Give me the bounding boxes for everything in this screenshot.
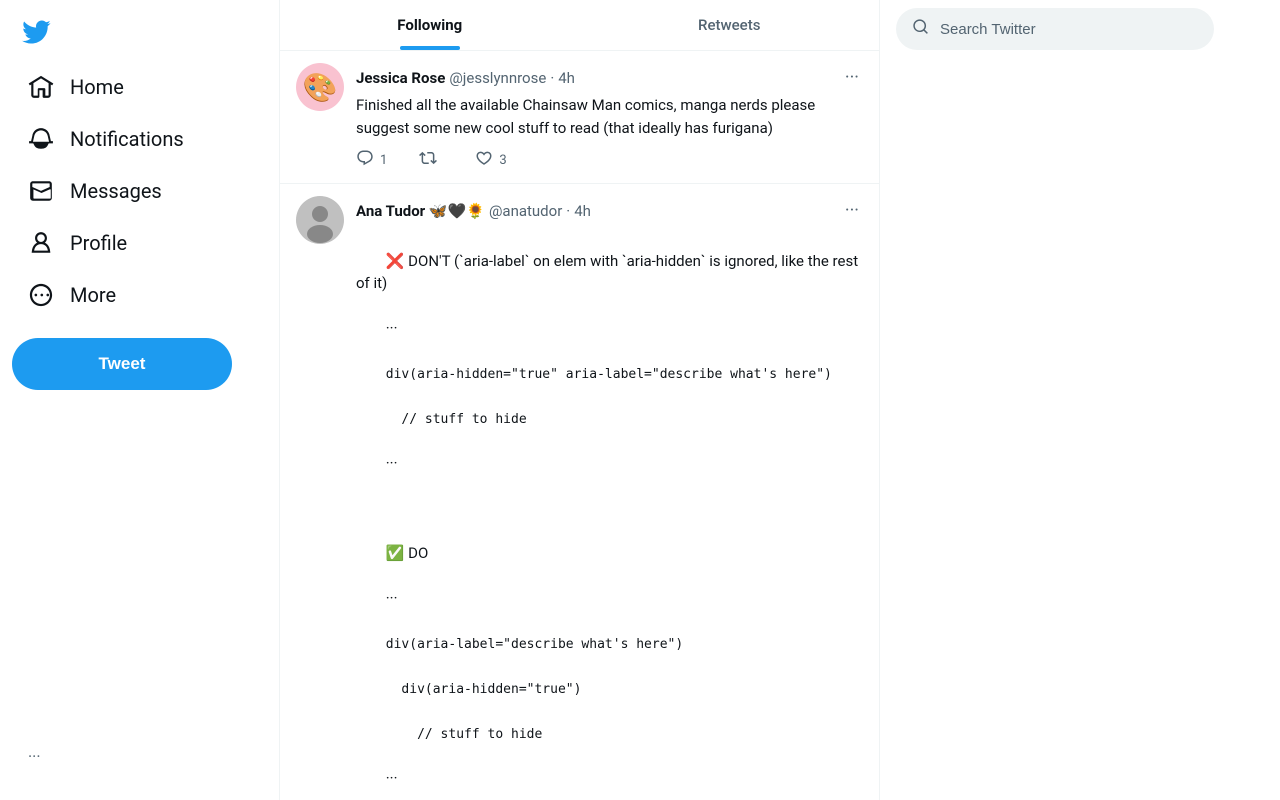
- feed-tabs: Following Retweets: [280, 0, 879, 51]
- retweet-icon: [419, 149, 437, 171]
- search-icon: [912, 18, 930, 40]
- reply-button[interactable]: 1: [356, 149, 387, 171]
- nav-profile-label: Profile: [70, 231, 127, 255]
- more-icon: [28, 282, 54, 308]
- nav-notifications-label: Notifications: [70, 127, 184, 151]
- avatar: [296, 196, 344, 244]
- nav-messages[interactable]: Messages: [12, 166, 267, 216]
- sidebar: Home Notifications Messages: [0, 0, 280, 800]
- tweet-header: Ana Tudor 🦋🖤🌻 @anatudor · 4h ···: [356, 196, 863, 225]
- nav-home-label: Home: [70, 75, 124, 99]
- reply-count: 1: [380, 153, 387, 168]
- search-bar: [896, 8, 1214, 50]
- tweet-timestamp: 4h: [574, 202, 591, 220]
- like-count: 3: [499, 153, 506, 168]
- search-input[interactable]: [940, 21, 1198, 38]
- nav-more[interactable]: More: [12, 270, 267, 320]
- nav-messages-label: Messages: [70, 179, 162, 203]
- tweet-handle: @jesslynnrose: [449, 69, 546, 87]
- nav-profile[interactable]: Profile: [12, 218, 267, 268]
- main-feed: Following Retweets 🎨 Jessica Rose @jessl…: [280, 0, 880, 800]
- tweet-header: Jessica Rose @jesslynnrose · 4h ···: [356, 63, 863, 92]
- tweet-meta: Ana Tudor 🦋🖤🌻 @anatudor · 4h: [356, 202, 591, 220]
- tab-retweets[interactable]: Retweets: [580, 0, 880, 50]
- tweet-timestamp: 4h: [558, 69, 575, 87]
- mail-icon: [28, 178, 54, 204]
- retweet-button[interactable]: [419, 149, 443, 171]
- avatar: 🎨: [296, 63, 344, 111]
- tweet-card: 🎨 Jessica Rose @jesslynnrose · 4h ··· Fi…: [280, 51, 879, 184]
- home-icon: [28, 74, 54, 100]
- tweet-meta: Jessica Rose @jesslynnrose · 4h: [356, 69, 575, 87]
- tweet-text: ❌ DON'T (`aria-label` on elem with `aria…: [356, 227, 863, 800]
- tweet-actions: 1 3: [356, 149, 863, 171]
- nav-notifications[interactable]: Notifications: [12, 114, 267, 164]
- main-nav: Home Notifications Messages: [12, 60, 267, 322]
- twitter-logo[interactable]: [12, 8, 60, 56]
- bell-icon: [28, 126, 54, 152]
- tweet-time: ·: [566, 202, 570, 220]
- nav-more-label: More: [70, 283, 116, 307]
- nav-home[interactable]: Home: [12, 62, 267, 112]
- like-button[interactable]: 3: [475, 149, 506, 171]
- right-sidebar: [880, 0, 1230, 800]
- tweet-body: Jessica Rose @jesslynnrose · 4h ··· Fini…: [356, 63, 863, 171]
- sidebar-bottom-more[interactable]: ···: [12, 737, 57, 776]
- ellipsis-icon: ···: [28, 747, 41, 766]
- tweet-body: Ana Tudor 🦋🖤🌻 @anatudor · 4h ··· ❌ DON'T…: [356, 196, 863, 800]
- tweet-card: Ana Tudor 🦋🖤🌻 @anatudor · 4h ··· ❌ DON'T…: [280, 184, 879, 800]
- tweet-more-button[interactable]: ···: [841, 63, 863, 92]
- reply-icon: [356, 149, 374, 171]
- tweet-author-name: Ana Tudor 🦋🖤🌻: [356, 202, 485, 220]
- tweet-text: Finished all the available Chainsaw Man …: [356, 94, 863, 139]
- tweet-time: ·: [550, 69, 554, 87]
- heart-icon: [475, 149, 493, 171]
- tab-following[interactable]: Following: [280, 0, 580, 50]
- person-icon: [28, 230, 54, 256]
- tweet-more-button[interactable]: ···: [841, 196, 863, 225]
- tweet-author-name: Jessica Rose: [356, 69, 445, 87]
- tweet-button[interactable]: Tweet: [12, 338, 232, 390]
- tweet-handle: @anatudor: [489, 202, 562, 220]
